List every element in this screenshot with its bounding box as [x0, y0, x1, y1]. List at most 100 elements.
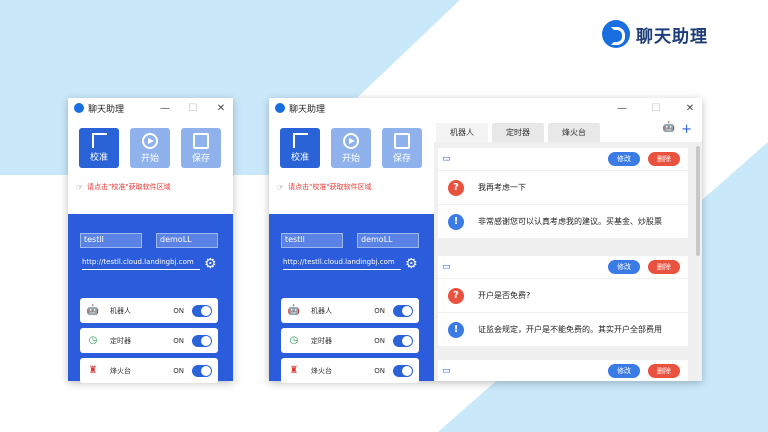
answer-text: 证监会规定，开户是不能免费的。其实开户全部费用 — [478, 325, 662, 334]
start-label: 开始 — [341, 153, 360, 164]
add-icon[interactable]: + — [681, 122, 692, 137]
chat-icon: ▭ — [442, 262, 451, 272]
feature-state: ON — [374, 306, 385, 315]
hint-text: 请点击"校准"获取软件区域 — [87, 183, 171, 191]
robot-icon: 🤖 — [86, 305, 100, 316]
app-icon — [275, 103, 285, 113]
edit-button[interactable]: 修改 — [608, 364, 640, 378]
app-window-expanded: 聊天助理 — ☐ ✕ 校准 开始 保存 ☞ 请点击"校准"获取软件区域 test… — [269, 98, 702, 383]
gear-icon[interactable]: ⚙ — [204, 257, 217, 271]
play-icon — [343, 132, 359, 149]
feature-label: 定时器 — [110, 336, 131, 345]
calibrate-label: 校准 — [89, 153, 108, 163]
pointer-hand-icon: ☞ — [76, 182, 84, 192]
feature-row-beacon: ♜ 烽火台 ON — [281, 358, 419, 383]
hint-text: 请点击"校准"获取软件区域 — [288, 183, 372, 191]
start-button[interactable]: 开始 — [331, 128, 371, 168]
beacon-toggle[interactable] — [393, 364, 413, 377]
window-title: 聊天助理 — [88, 104, 125, 115]
crop-icon — [292, 133, 308, 148]
edit-button[interactable]: 修改 — [608, 260, 640, 274]
brand-name: 聊天助理 — [636, 26, 708, 47]
tab-bar: 机器人 定时器 烽火台 🤖 + — [434, 118, 702, 142]
app-icon — [74, 103, 84, 113]
answer-text: 非常感谢您可以认真考虑我的建议。买基金、炒股票 — [478, 217, 662, 226]
toolbar: 校准 开始 保存 ☞ 请点击"校准"获取软件区域 — [269, 118, 434, 214]
feature-state: ON — [374, 366, 385, 375]
calibrate-hint: ☞ 请点击"校准"获取软件区域 — [76, 182, 171, 192]
beacon-toggle[interactable] — [192, 364, 212, 377]
timer-icon: ◷ — [88, 335, 98, 346]
play-icon — [142, 132, 158, 149]
maximize-button[interactable]: ☐ — [650, 103, 662, 114]
brand: 聊天助理 — [602, 20, 708, 48]
tab-beacon[interactable]: 烽火台 — [548, 123, 600, 142]
close-button[interactable]: ✕ — [684, 103, 696, 114]
beacon-icon: ♜ — [289, 365, 299, 376]
timer-toggle[interactable] — [192, 334, 212, 347]
save-button[interactable]: 保存 — [181, 128, 221, 168]
brand-logo-icon — [602, 20, 630, 48]
control-panel: 校准 开始 保存 ☞ 请点击"校准"获取软件区域 testll demoLL h… — [269, 118, 434, 383]
toolbar: 校准 开始 保存 ☞ 请点击"校准"获取软件区域 — [68, 118, 233, 214]
feature-row-timer: ◷ 定时器 ON — [281, 328, 419, 353]
robot-add-icon[interactable]: 🤖 — [663, 122, 675, 137]
account-name-field[interactable]: demoLL — [156, 233, 218, 248]
delete-button[interactable]: 删除 — [648, 364, 680, 378]
answer-icon: ! — [448, 213, 464, 230]
close-button[interactable]: ✕ — [215, 103, 227, 114]
save-icon — [193, 132, 209, 149]
timer-toggle[interactable] — [393, 334, 413, 347]
question-icon: ? — [448, 287, 464, 304]
maximize-button[interactable]: ☐ — [187, 103, 199, 114]
scrollbar[interactable] — [696, 146, 700, 256]
calibrate-button[interactable]: 校准 — [280, 128, 320, 168]
window-title: 聊天助理 — [289, 104, 326, 115]
username-field[interactable]: testll — [80, 233, 142, 248]
tab-robot[interactable]: 机器人 — [436, 123, 488, 142]
app-window-compact: 聊天助理 — ☐ ✕ 校准 开始 保存 ☞ 请点击"校准"获取软件区域 test… — [68, 98, 233, 383]
qa-card: ▭ 修改 删除 ? 开户是否免费? ! 证监会规定，开户是不能免费的。其实开户全… — [438, 256, 688, 346]
gear-icon[interactable]: ⚙ — [405, 257, 418, 271]
feature-label: 烽火台 — [110, 366, 131, 375]
question-icon: ? — [448, 179, 464, 196]
edit-button[interactable]: 修改 — [608, 152, 640, 166]
tab-timer[interactable]: 定时器 — [492, 123, 544, 142]
feature-label: 机器人 — [311, 306, 332, 315]
feature-label: 机器人 — [110, 306, 131, 315]
save-icon — [394, 132, 410, 149]
minimize-button[interactable]: — — [159, 103, 171, 114]
timer-icon: ◷ — [289, 335, 299, 346]
calibrate-label: 校准 — [290, 153, 309, 163]
chat-icon: ▭ — [442, 366, 451, 376]
robot-toggle[interactable] — [393, 304, 413, 317]
calibrate-hint: ☞ 请点击"校准"获取软件区域 — [277, 182, 372, 192]
chat-icon: ▭ — [442, 154, 451, 164]
username-field[interactable]: testll — [281, 233, 343, 248]
feature-row-timer: ◷ 定时器 ON — [80, 328, 218, 353]
title-bar: 聊天助理 — ☐ ✕ — [269, 98, 702, 118]
feature-state: ON — [173, 336, 184, 345]
minimize-button[interactable]: — — [616, 103, 628, 114]
question-row: ? 开户是否免费? — [438, 278, 688, 312]
question-text: 开户是否免费? — [478, 291, 531, 300]
beacon-icon: ♜ — [88, 365, 98, 376]
answer-row: ! 证监会规定，开户是不能免费的。其实开户全部费用 — [438, 312, 688, 346]
answer-row: ! 非常感谢您可以认真考虑我的建议。买基金、炒股票 — [438, 204, 688, 238]
server-url-field[interactable]: http://testll.cloud.landingbj.com — [82, 258, 200, 270]
start-button[interactable]: 开始 — [130, 128, 170, 168]
account-name-field[interactable]: demoLL — [357, 233, 419, 248]
delete-button[interactable]: 删除 — [648, 152, 680, 166]
save-button[interactable]: 保存 — [382, 128, 422, 168]
server-url-field[interactable]: http://testll.cloud.landingbj.com — [283, 258, 401, 270]
feature-row-beacon: ♜ 烽火台 ON — [80, 358, 218, 383]
calibrate-button[interactable]: 校准 — [79, 128, 119, 168]
feature-row-robot: 🤖 机器人 ON — [281, 298, 419, 323]
robot-toggle[interactable] — [192, 304, 212, 317]
feature-label: 定时器 — [311, 336, 332, 345]
title-bar: 聊天助理 — ☐ ✕ — [68, 98, 233, 118]
robot-icon: 🤖 — [287, 305, 301, 316]
question-text: 我再考虑一下 — [478, 183, 526, 192]
crop-icon — [91, 133, 107, 148]
delete-button[interactable]: 删除 — [648, 260, 680, 274]
